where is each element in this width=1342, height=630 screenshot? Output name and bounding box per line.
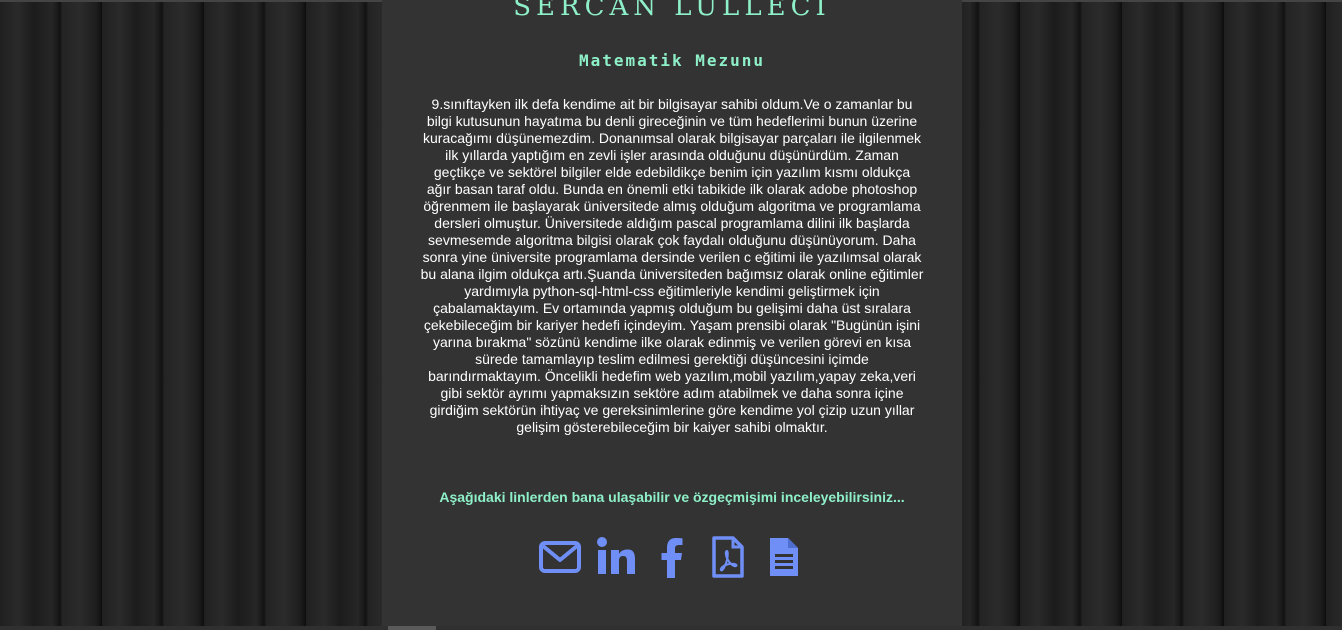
pdf-cv-link[interactable] xyxy=(707,536,749,578)
facebook-link[interactable] xyxy=(651,536,693,578)
scrollbar-thumb[interactable] xyxy=(388,626,436,630)
email-link[interactable] xyxy=(539,536,581,578)
document-file-icon xyxy=(770,538,798,576)
cv-document-link[interactable] xyxy=(763,536,805,578)
horizontal-scrollbar[interactable] xyxy=(0,626,1342,630)
linkedin-link[interactable] xyxy=(595,536,637,578)
profile-bio: 9.sınıftayken ilk defa kendime ait bir b… xyxy=(420,96,924,435)
profile-panel: SERCAN LULLECİ Matematik Mezunu 9.sınıft… xyxy=(382,0,962,626)
pdf-file-icon xyxy=(712,536,744,578)
profile-name: SERCAN LULLECİ xyxy=(513,0,831,22)
linkedin-icon xyxy=(597,537,635,574)
profile-title: Matematik Mezunu xyxy=(578,51,766,70)
contact-text: Aşağıdaki linlerden bana ulaşabilir ve ö… xyxy=(439,489,905,505)
social-links xyxy=(382,535,962,579)
facebook-icon xyxy=(661,538,683,578)
envelope-icon xyxy=(539,541,581,573)
